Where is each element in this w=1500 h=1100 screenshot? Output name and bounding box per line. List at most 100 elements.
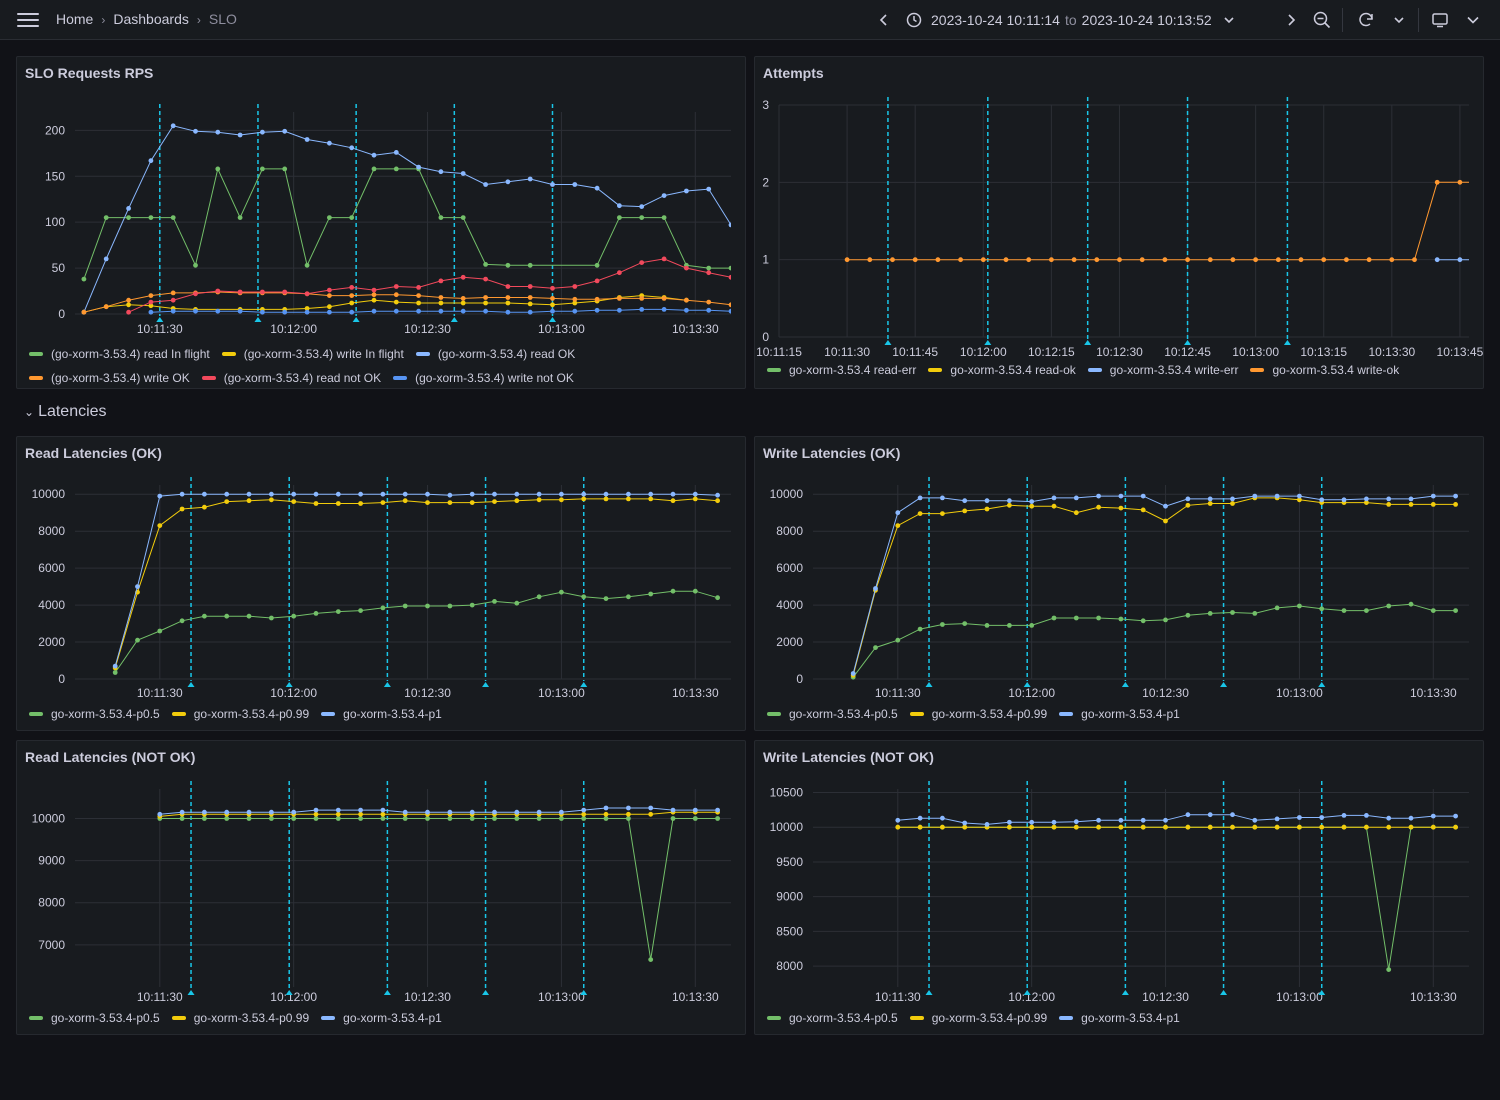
legend-item[interactable]: go-xorm-3.53.4 write-ok: [1250, 363, 1399, 377]
data-point: [1007, 502, 1012, 508]
annotation-marker: [580, 682, 588, 687]
data-point: [962, 824, 968, 830]
data-point: [358, 816, 363, 821]
legend-item[interactable]: go-xorm-3.53.4 read-err: [767, 363, 916, 377]
legend-item[interactable]: go-xorm-3.53.4 write-err: [1087, 363, 1238, 377]
data-point: [962, 498, 968, 504]
panel-write-latencies-ok[interactable]: Write Latencies (OK) 0 2000 4000 6000 8000 10…: [754, 436, 1484, 731]
legend-item[interactable]: (go-xorm-3.53.4) read not OK: [201, 367, 381, 389]
data-point: [358, 807, 363, 813]
legend-item[interactable]: go-xorm-3.53.4-p0.99: [171, 1011, 309, 1025]
legend-item[interactable]: go-xorm-3.53.4-p0.99: [909, 707, 1047, 721]
panel-read-latencies-not-ok[interactable]: Read Latencies (NOT OK) 7000 8000 9000 1000…: [16, 740, 746, 1035]
data-point: [135, 637, 140, 643]
data-point: [327, 304, 332, 310]
panel-read-latencies-ok[interactable]: Read Latencies (OK) 0 2000 4000 6000 8000 100…: [16, 436, 746, 731]
data-point: [1252, 817, 1258, 823]
zoom-out-button[interactable]: [1312, 10, 1332, 30]
refresh-button[interactable]: [1356, 10, 1376, 30]
menu-icon[interactable]: [17, 13, 39, 27]
view-mode-dropdown[interactable]: [1466, 10, 1480, 30]
legend-item[interactable]: go-xorm-3.53.4-p1: [1059, 1011, 1180, 1025]
breadcrumb-home[interactable]: Home: [56, 11, 93, 27]
kiosk-mode-button[interactable]: [1430, 10, 1450, 30]
refresh-icon: [1359, 12, 1373, 27]
panel-write-latencies-not-ok[interactable]: Write Latencies (NOT OK) 8000 8500 9000 950…: [754, 740, 1484, 1035]
legend-item[interactable]: go-xorm-3.53.4-p1: [1059, 707, 1180, 721]
chart-attempts[interactable]: 0 1 2 3 10:11:15 10:11:30 10:11:45 10:12:00 10:1…: [755, 57, 1485, 390]
legend-item[interactable]: (go-xorm-3.53.4) write OK: [29, 367, 190, 389]
legend-item[interactable]: go-xorm-3.53.4 read-ok: [928, 363, 1076, 377]
data-point: [1430, 502, 1436, 507]
legend-item[interactable]: (go-xorm-3.53.4) write not OK: [393, 367, 574, 389]
data-point: [505, 300, 511, 306]
row-latencies[interactable]: ⌄ Latencies: [24, 403, 107, 421]
data-point: [1029, 499, 1035, 504]
legend-item[interactable]: go-xorm-3.53.4-p0.5: [29, 707, 160, 721]
legend-item[interactable]: (go-xorm-3.53.4) write In flight: [221, 343, 404, 365]
data-point: [514, 816, 520, 821]
zoom-out-icon: [1313, 11, 1331, 29]
legend-item[interactable]: go-xorm-3.53.4-p0.5: [29, 1011, 160, 1025]
time-shift-back-button[interactable]: [876, 10, 892, 30]
chart-read-latencies-not-ok[interactable]: 7000 8000 9000 10000 10:11:30 10:12:00 10:12:3…: [17, 741, 747, 1036]
data-point: [1297, 493, 1302, 499]
legend-item[interactable]: go-xorm-3.53.4-p0.5: [767, 707, 898, 721]
data-point: [1386, 824, 1392, 830]
data-point: [536, 497, 542, 503]
data-point: [224, 499, 230, 504]
time-shift-forward-button[interactable]: [1283, 10, 1299, 30]
legend-item[interactable]: go-xorm-3.53.4-p1: [321, 1011, 442, 1025]
legend-item[interactable]: go-xorm-3.53.4-p0.99: [909, 1011, 1047, 1025]
annotation-marker: [884, 340, 892, 345]
y-tick-label: 200: [45, 123, 65, 137]
chart-read-latencies-ok[interactable]: 0 2000 4000 6000 8000 10000 10:11:30 10:12:00 10…: [17, 437, 747, 732]
annotation-marker: [450, 317, 458, 322]
data-point: [559, 491, 564, 497]
data-point: [917, 626, 923, 632]
legend-item[interactable]: (go-xorm-3.53.4) read OK: [415, 343, 575, 365]
chart-write-latencies-ok[interactable]: 0 2000 4000 6000 8000 10000 10:11:30 10:12:00 10…: [755, 437, 1485, 732]
series-line: [159, 807, 718, 815]
data-point: [1230, 812, 1235, 818]
refresh-interval-dropdown[interactable]: [1392, 10, 1406, 30]
panel-slo-requests-rps[interactable]: SLO Requests RPS 0 50 100 150 200 10:11:30 10:…: [16, 56, 746, 389]
x-tick-label: 10:12:30: [1142, 686, 1189, 700]
data-point: [917, 815, 923, 821]
data-point: [559, 589, 564, 595]
data-point: [1386, 967, 1392, 972]
data-point: [393, 284, 399, 289]
legend-item[interactable]: go-xorm-3.53.4-p0.99: [171, 707, 309, 721]
y-tick-label: 3: [762, 98, 769, 112]
legend-item[interactable]: (go-xorm-3.53.4) read In flight: [29, 343, 210, 365]
legend-item[interactable]: go-xorm-3.53.4-p0.5: [767, 1011, 898, 1025]
data-point: [559, 497, 564, 503]
x-tick-label: 10:11:30: [137, 686, 183, 700]
data-point: [617, 270, 622, 276]
legend-item[interactable]: go-xorm-3.53.4-p1: [321, 707, 442, 721]
data-point: [572, 308, 578, 314]
data-point: [193, 308, 198, 314]
data-point: [438, 278, 444, 284]
y-tick-label: 10000: [770, 820, 804, 834]
toolbar-separator: [1342, 8, 1343, 32]
data-point: [1007, 498, 1012, 504]
panel-attempts[interactable]: Attempts 0 1 2 3 10:11:15 10:11:30 10:11:45 10:…: [754, 56, 1484, 389]
legend-swatch: [909, 1016, 924, 1020]
data-point: [1096, 824, 1101, 830]
data-point: [984, 822, 990, 827]
time-range-picker[interactable]: 2023-10-24 10:11:14 to 2023-10-24 10:13:…: [906, 10, 1234, 30]
breadcrumb-dashboards[interactable]: Dashboards: [113, 11, 189, 27]
legend-label: go-xorm-3.53.4-p0.5: [789, 1011, 898, 1025]
data-point: [581, 496, 587, 502]
data-point: [1007, 819, 1012, 825]
data-point: [626, 816, 631, 821]
chart-write-latencies-not-ok[interactable]: 8000 8500 9000 9500 10000 10500 10:11:30 10:12:…: [755, 741, 1485, 1036]
chevron-down-icon: [1467, 16, 1479, 24]
data-point: [1007, 623, 1012, 628]
data-point: [438, 215, 444, 221]
data-point: [1185, 496, 1191, 502]
data-point: [438, 295, 444, 300]
annotation-marker: [482, 682, 490, 687]
data-point: [179, 491, 185, 497]
